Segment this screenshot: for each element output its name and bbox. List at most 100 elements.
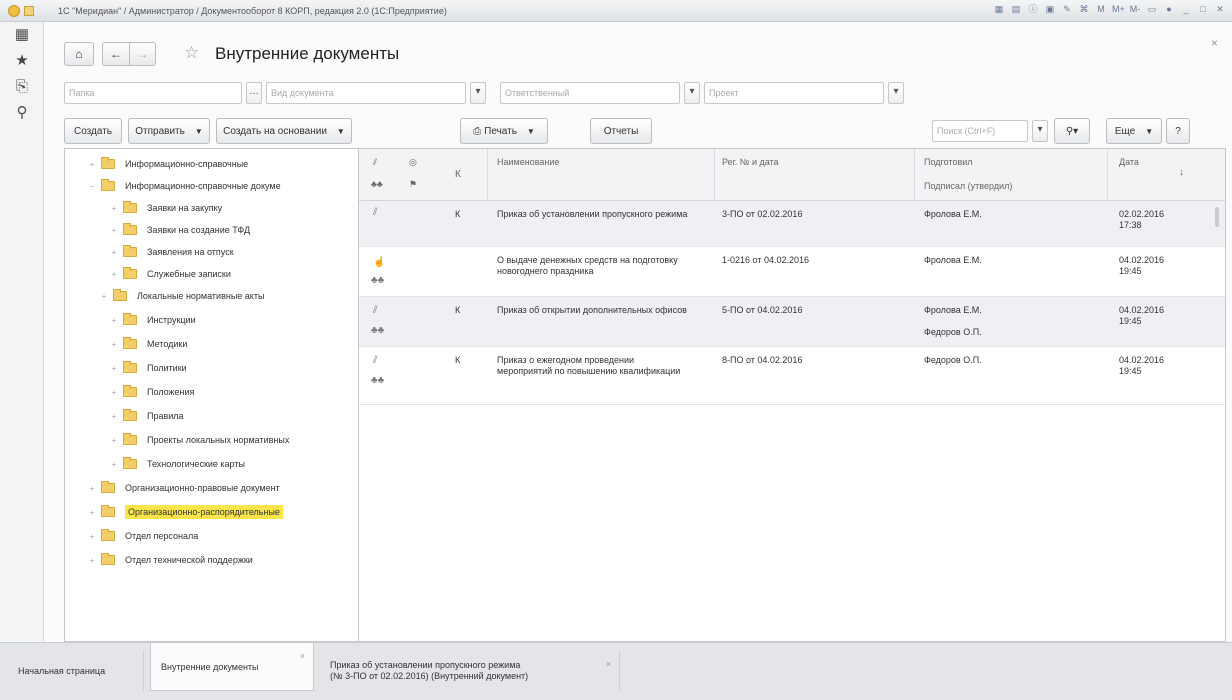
tab-home[interactable]: Начальная страница xyxy=(8,651,144,691)
print-button[interactable]: ⎙ Печать ▼ xyxy=(460,118,548,144)
project-filter-dropdown[interactable]: ▾ xyxy=(888,82,904,104)
expand-icon[interactable]: + xyxy=(87,508,97,517)
tree-item[interactable]: + Организационно-правовые документ xyxy=(87,477,280,499)
search-history-dropdown[interactable]: ▾ xyxy=(1032,120,1048,142)
cell-reg: 8-ПО от 04.02.2016 xyxy=(722,355,803,365)
create-based-button[interactable]: Создать на основании ▼ xyxy=(216,118,352,144)
link-icon[interactable]: ⌘ xyxy=(1078,3,1090,16)
folder-filter-choose-button[interactable]: … xyxy=(246,82,262,104)
tree-item[interactable]: + Информационно-справочные xyxy=(87,153,248,175)
expand-icon[interactable]: + xyxy=(87,484,97,493)
history-icon[interactable]: ⎘ xyxy=(0,74,44,100)
search-input[interactable]: Поиск (Ctrl+F) xyxy=(932,120,1028,142)
maximize-icon[interactable]: □ xyxy=(1197,3,1209,16)
expand-icon[interactable]: + xyxy=(109,412,119,421)
expand-icon[interactable]: + xyxy=(87,160,97,169)
expand-icon[interactable]: + xyxy=(109,364,119,373)
app-menu-icon[interactable] xyxy=(24,5,34,16)
tree-item[interactable]: + Методики xyxy=(109,333,187,355)
expand-icon[interactable]: + xyxy=(109,436,119,445)
attachment-column-icon[interactable]: ⫽ xyxy=(373,157,377,168)
tree-item[interactable]: + Проекты локальных нормативных xyxy=(109,429,289,451)
apps-icon[interactable]: ▦ xyxy=(0,22,44,48)
expand-icon[interactable]: + xyxy=(99,292,109,301)
tree-item[interactable]: + Отдел технической поддержки xyxy=(87,549,253,571)
column-signed[interactable]: Подписал (утвердил) xyxy=(924,181,1012,191)
column-reg[interactable]: Рег. № и дата xyxy=(722,157,779,167)
expand-icon[interactable]: + xyxy=(87,532,97,541)
column-date[interactable]: Дата xyxy=(1119,157,1139,167)
back-button[interactable]: ← xyxy=(102,42,130,66)
forward-button[interactable]: → xyxy=(130,42,156,66)
doctype-filter-dropdown[interactable]: ▾ xyxy=(470,82,486,104)
table-row[interactable]: ☝ ♣♣ О выдаче денежных средств на подгот… xyxy=(359,247,1225,297)
tree-item[interactable]: + Локальные нормативные акты xyxy=(99,285,264,307)
tree-item[interactable]: + Положения xyxy=(109,381,194,403)
search-icon[interactable]: ⚲ xyxy=(0,100,44,126)
edit-icon[interactable]: ✎ xyxy=(1061,3,1073,16)
close-tab-icon[interactable]: × xyxy=(606,659,611,669)
tree-item[interactable]: + Заявки на закупку xyxy=(109,197,222,219)
send-button[interactable]: Отправить ▼ xyxy=(128,118,210,144)
table-row[interactable]: ⫽ К Приказ об установлении пропускного р… xyxy=(359,201,1225,247)
calculator-icon[interactable]: ▤ xyxy=(1010,3,1022,16)
home-button[interactable]: ⌂ xyxy=(64,42,94,66)
expand-icon[interactable]: + xyxy=(109,316,119,325)
tree-item-selected[interactable]: + Организационно-распорядительные xyxy=(87,501,283,523)
expand-icon[interactable]: + xyxy=(109,388,119,397)
responsible-filter-input[interactable]: Ответственный xyxy=(500,82,680,104)
close-window-icon[interactable]: ✕ xyxy=(1214,3,1226,16)
reports-button[interactable]: Отчеты xyxy=(590,118,652,144)
memory-plus-icon[interactable]: M+ xyxy=(1112,3,1125,16)
window-list-icon[interactable]: ▭ xyxy=(1146,3,1158,16)
close-form-icon[interactable]: × xyxy=(1211,36,1218,50)
doctype-filter-input[interactable]: Вид документа xyxy=(266,82,466,104)
flag-column-icon[interactable]: ⚑ xyxy=(409,179,417,190)
expand-icon[interactable]: + xyxy=(109,460,119,469)
minimize-icon[interactable]: _ xyxy=(1180,3,1192,16)
help-button[interactable]: ? xyxy=(1166,118,1190,144)
project-filter-input[interactable]: Проект xyxy=(704,82,884,104)
search-options-button[interactable]: ⚲▾ xyxy=(1054,118,1090,144)
expand-icon[interactable]: + xyxy=(109,340,119,349)
create-button[interactable]: Создать xyxy=(64,118,122,144)
column-prepared[interactable]: Подготовил xyxy=(924,157,973,167)
responsible-filter-dropdown[interactable]: ▾ xyxy=(684,82,700,104)
table-row[interactable]: ⫽ ♣♣ К Приказ о ежегодном проведении мер… xyxy=(359,347,1225,405)
memory-minus-icon[interactable]: M- xyxy=(1129,3,1141,16)
folder-filter-input[interactable]: Папка xyxy=(64,82,242,104)
more-button[interactable]: Еще ▼ xyxy=(1106,118,1162,144)
tree-item[interactable]: + Инструкции xyxy=(109,309,196,331)
tab-order-document[interactable]: Приказ об установлении пропускного режим… xyxy=(320,651,620,691)
expand-icon[interactable]: + xyxy=(109,204,119,213)
tree-item[interactable]: + Заявления на отпуск xyxy=(109,241,234,263)
tab-internal-documents[interactable]: Внутренние документы × xyxy=(150,643,314,691)
tree-item[interactable]: − Информационно-справочные докуме xyxy=(87,175,281,197)
tree-item[interactable]: + Технологические карты xyxy=(109,453,245,475)
close-tab-icon[interactable]: × xyxy=(300,651,305,661)
collapse-icon[interactable]: − xyxy=(87,182,97,191)
people-column-icon[interactable]: ♣♣ xyxy=(371,179,383,189)
column-name[interactable]: Наименование xyxy=(497,157,559,167)
tree-item[interactable]: + Правила xyxy=(109,405,184,427)
favorite-star-icon[interactable]: ☆ xyxy=(184,43,199,63)
save-icon[interactable]: ▣ xyxy=(1044,3,1056,16)
table-scrollbar[interactable] xyxy=(1215,207,1219,227)
tree-item[interactable]: + Заявки на создание ТФД xyxy=(109,219,250,241)
user-icon[interactable]: ● xyxy=(1163,3,1175,16)
star-icon[interactable]: ★ xyxy=(0,48,44,74)
memory-m-icon[interactable]: M xyxy=(1095,3,1107,16)
table-row[interactable]: ⫽ ♣♣ К Приказ об открытии дополнительных… xyxy=(359,297,1225,347)
tree-item[interactable]: + Служебные записки xyxy=(109,263,231,285)
tree-item[interactable]: + Политики xyxy=(109,357,187,379)
expand-icon[interactable]: + xyxy=(87,556,97,565)
cell-prepared: Фролова Е.М. xyxy=(924,305,982,315)
tree-item[interactable]: + Отдел персонала xyxy=(87,525,198,547)
calendar-icon[interactable]: ▦ xyxy=(993,3,1005,16)
column-k[interactable]: К xyxy=(455,169,461,180)
status-column-icon[interactable]: ◎ xyxy=(409,157,417,168)
expand-icon[interactable]: + xyxy=(109,248,119,257)
expand-icon[interactable]: + xyxy=(109,270,119,279)
info-icon[interactable]: ⓘ xyxy=(1027,3,1039,16)
expand-icon[interactable]: + xyxy=(109,226,119,235)
